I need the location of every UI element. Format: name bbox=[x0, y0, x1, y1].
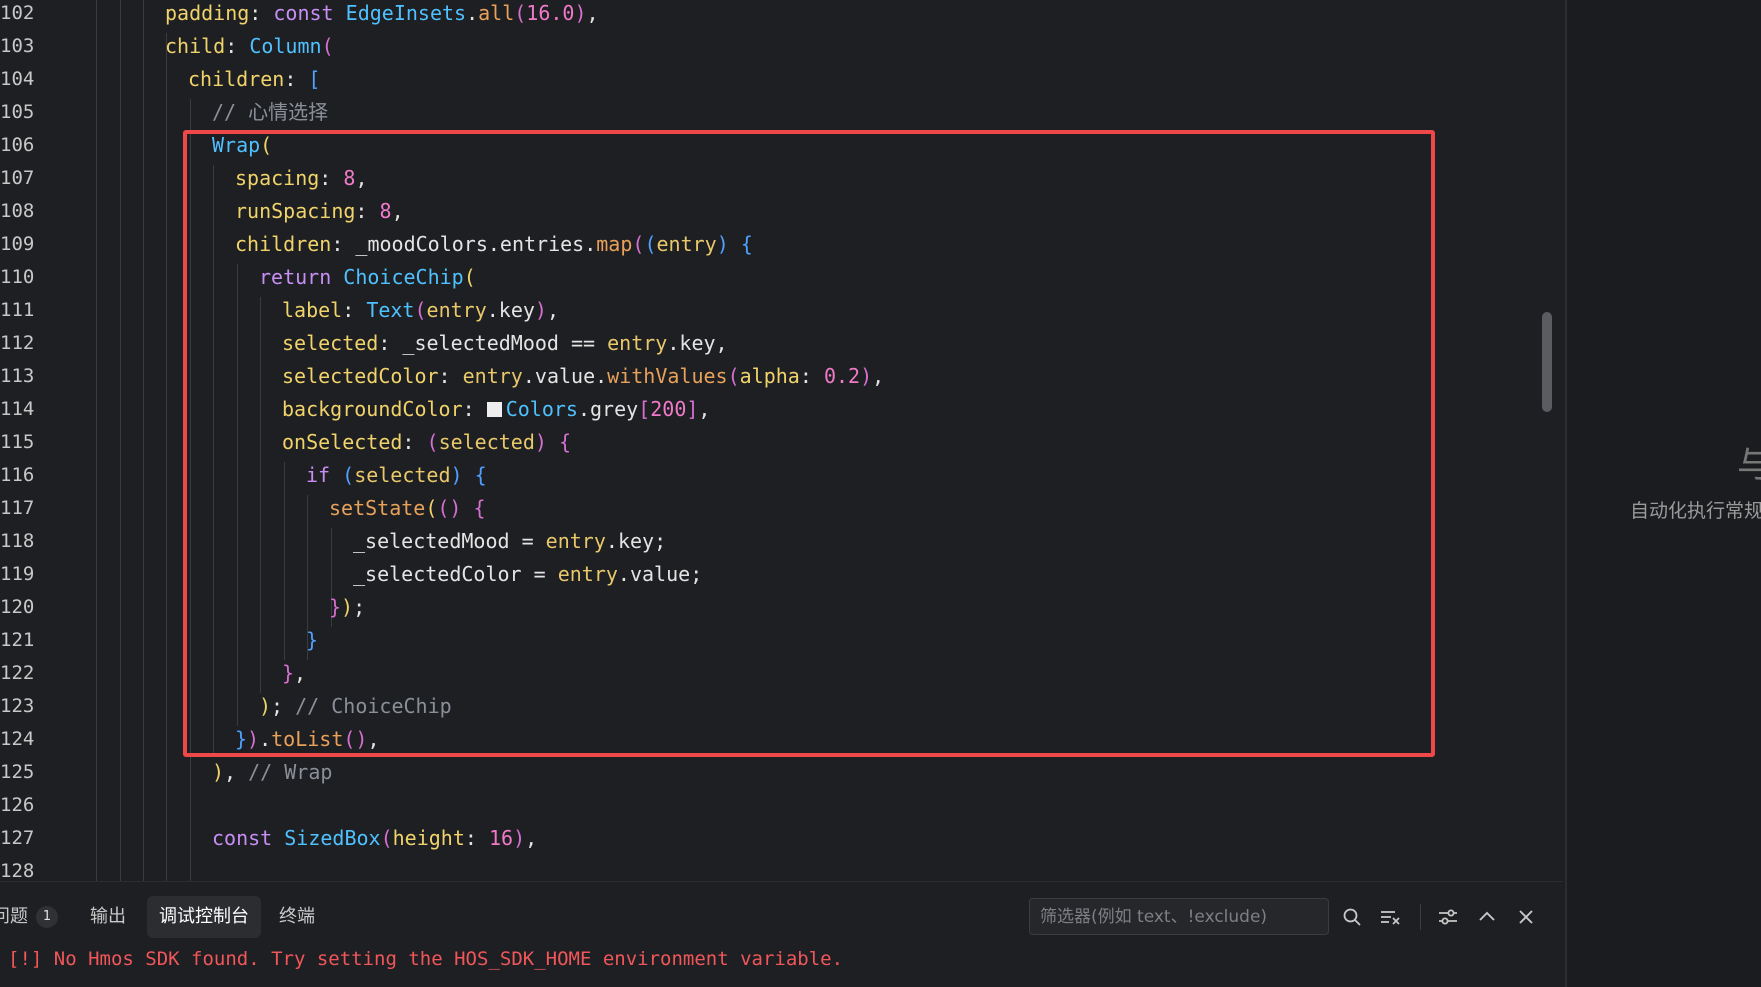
tab-output[interactable]: 输出 bbox=[78, 896, 138, 938]
tab-terminal[interactable]: 终端 bbox=[267, 896, 327, 938]
line-number: 120 bbox=[0, 596, 35, 618]
tab-debug-console[interactable]: 调试控制台 bbox=[147, 896, 261, 938]
search-icon[interactable] bbox=[1337, 902, 1367, 932]
panel-glyph: 与 bbox=[1737, 436, 1761, 488]
line-number: 119 bbox=[0, 563, 35, 585]
line-number: 121 bbox=[0, 629, 35, 651]
vertical-scrollbar[interactable] bbox=[1536, 0, 1554, 881]
line-number: 123 bbox=[0, 695, 35, 717]
line-number: 102 bbox=[0, 2, 35, 24]
chevron-up-icon[interactable] bbox=[1472, 902, 1502, 932]
line-number: 105 bbox=[0, 101, 35, 123]
line-number: 104 bbox=[0, 68, 35, 90]
line-number: 110 bbox=[0, 266, 35, 288]
tab-terminal-label: 终端 bbox=[279, 906, 315, 927]
line-number: 112 bbox=[0, 332, 35, 354]
line-number: 116 bbox=[0, 464, 35, 486]
bottom-panel: 问题 1 输出 调试控制台 终端 [!] No Hmos SDK found. T… bbox=[0, 881, 1563, 987]
line-number: 115 bbox=[0, 431, 35, 453]
line-number: 117 bbox=[0, 497, 35, 519]
indent-guide bbox=[120, 0, 121, 881]
settings-icon[interactable] bbox=[1433, 902, 1463, 932]
highlight-box bbox=[183, 130, 1435, 757]
code-line-125: ), // Wrap bbox=[212, 760, 333, 784]
clear-filter-icon[interactable] bbox=[1375, 902, 1405, 932]
tab-debug-console-label: 调试控制台 bbox=[159, 906, 249, 927]
line-number: 106 bbox=[0, 134, 35, 156]
line-number: 109 bbox=[0, 233, 35, 255]
line-number-gutter: 102 103 104 105 106 107 108 109 110 111 112 113 114 1… bbox=[0, 0, 70, 881]
app-window: 102 103 104 105 106 107 108 109 110 111 112 113 114 1… bbox=[0, 0, 1761, 987]
filter-input[interactable] bbox=[1029, 898, 1329, 935]
line-number: 114 bbox=[0, 398, 35, 420]
line-number: 113 bbox=[0, 365, 35, 387]
line-number: 108 bbox=[0, 200, 35, 222]
panel-description: 自动化执行常规 bbox=[1630, 500, 1761, 522]
line-number: 122 bbox=[0, 662, 35, 684]
console-error-message: [!] No Hmos SDK found. Try setting the H… bbox=[8, 948, 844, 970]
line-number: 124 bbox=[0, 728, 35, 750]
code-editor[interactable]: 102 103 104 105 106 107 108 109 110 111 112 113 114 1… bbox=[0, 0, 1560, 881]
close-icon[interactable] bbox=[1511, 902, 1541, 932]
tab-output-label: 输出 bbox=[90, 906, 126, 927]
code-line-103: child: Column( bbox=[165, 34, 334, 58]
code-line-104: children: [ bbox=[188, 67, 321, 91]
scrollbar-thumb[interactable] bbox=[1542, 312, 1552, 412]
code-line-105: // 心情选择 bbox=[212, 100, 329, 124]
line-number: 125 bbox=[0, 761, 35, 783]
line-number: 127 bbox=[0, 827, 35, 849]
indent-guide bbox=[96, 0, 97, 881]
line-number: 126 bbox=[0, 794, 35, 816]
line-number: 103 bbox=[0, 35, 35, 57]
right-side-panel: 与 自动化执行常规 bbox=[1565, 0, 1761, 987]
code-line-102: padding: const EdgeInsets.all(16.0), bbox=[165, 1, 599, 25]
indent-guide bbox=[166, 33, 167, 881]
line-number: 128 bbox=[0, 860, 35, 881]
line-number: 107 bbox=[0, 167, 35, 189]
line-number: 118 bbox=[0, 530, 35, 552]
toolbar-divider bbox=[1420, 904, 1421, 930]
problems-count-badge: 1 bbox=[36, 906, 58, 928]
tab-problems-label: 问题 bbox=[0, 906, 28, 927]
code-line-127: const SizedBox(height: 16), bbox=[212, 826, 538, 850]
line-number: 111 bbox=[0, 299, 35, 321]
indent-guide bbox=[143, 0, 144, 881]
tab-problems[interactable]: 问题 1 bbox=[0, 896, 70, 938]
